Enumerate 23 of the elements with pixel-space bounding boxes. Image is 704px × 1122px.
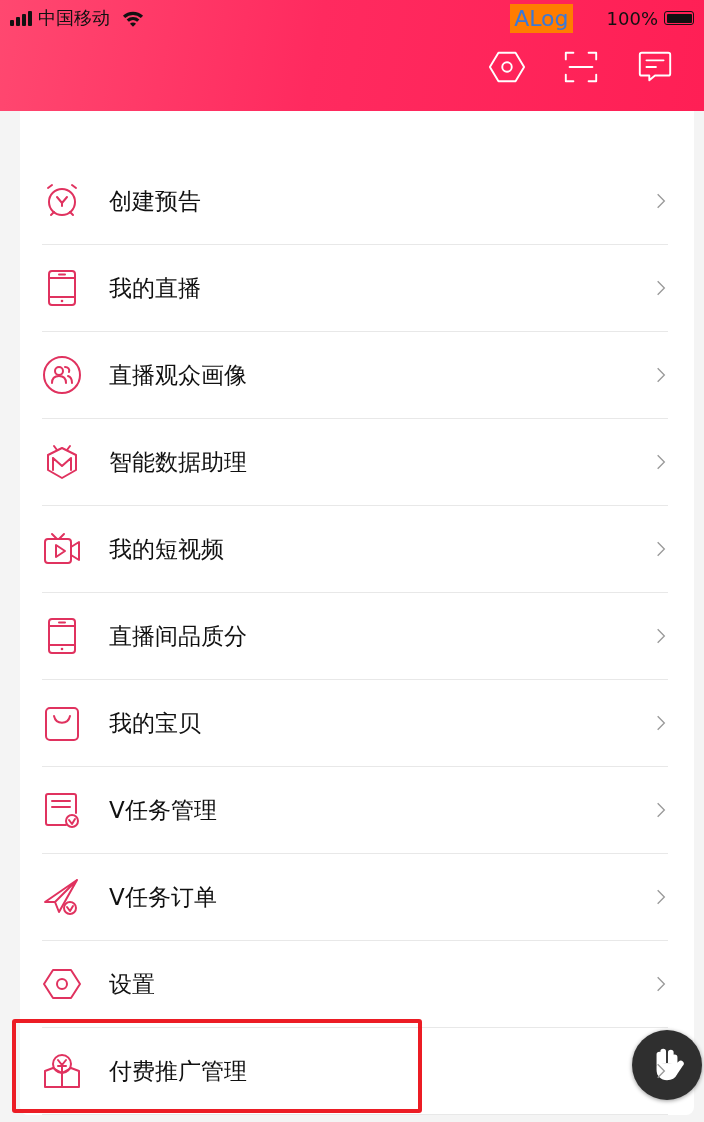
menu-item-label: 我的宝贝 <box>109 708 202 738</box>
menu-item-label: 我的直播 <box>109 273 202 303</box>
menu-item-label: 创建预告 <box>109 186 202 216</box>
menu-item-label: 我的短视频 <box>109 534 225 564</box>
menu-item-label: V任务管理 <box>109 795 218 825</box>
menu-item[interactable]: 我的短视频 <box>42 506 668 593</box>
menu-item[interactable]: 我的宝贝 <box>42 680 668 767</box>
menu-item-label: V任务订单 <box>109 882 218 912</box>
menu-item[interactable]: 我的直播 <box>42 245 668 332</box>
menu-item[interactable]: V任务管理 <box>42 767 668 854</box>
menu-item-label: 设置 <box>109 969 156 999</box>
menu-item[interactable]: 智能数据助理 <box>42 419 668 506</box>
battery-percent: 100% <box>606 7 658 29</box>
menu-item[interactable]: V任务订单 <box>42 854 668 941</box>
menu-item[interactable]: 创建预告 <box>42 158 668 245</box>
menu-item[interactable]: 直播观众画像 <box>42 332 668 419</box>
menu-item[interactable]: 直播间品质分 <box>42 593 668 680</box>
menu-item-label: 付费推广管理 <box>109 1056 248 1086</box>
menu-item-label: 直播间品质分 <box>109 621 248 651</box>
carrier-name: 中国移动 <box>38 6 110 30</box>
menu-item-label: 直播观众画像 <box>109 360 248 390</box>
menu-item[interactable]: 设置 <box>42 941 668 1028</box>
menu-item-label: 智能数据助理 <box>109 447 248 477</box>
